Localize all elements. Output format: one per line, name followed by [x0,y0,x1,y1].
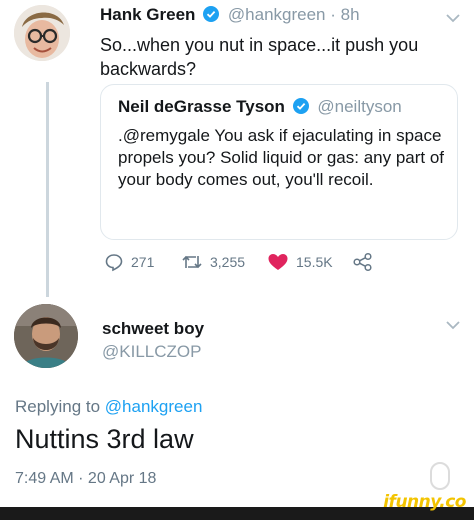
chevron-down-icon[interactable] [444,319,462,331]
retweet-button[interactable]: 3,255 [181,252,245,272]
quoted-tweet[interactable]: Neil deGrasse Tyson @neiltyson .@remygal… [100,84,458,240]
reply-author-name[interactable]: schweet boy [102,319,204,339]
heart-icon [268,254,288,270]
quoted-author-name: Neil deGrasse Tyson [118,97,285,116]
tweet-time[interactable]: · 8h [330,5,359,24]
watermark-emblem [430,462,450,490]
reply-text: Nuttins 3rd law [15,424,194,454]
tweet-header: Hank Green @hankgreen · 8h [100,5,360,25]
avatar-schweet-boy[interactable] [14,304,78,368]
replying-to: Replying to @hankgreen [15,397,202,417]
author-name[interactable]: Hank Green [100,5,195,24]
share-icon [353,252,372,272]
tweet-text: So...when you nut in space...it push you… [100,35,419,79]
avatar-image [14,304,78,368]
retweet-icon [182,255,202,269]
verified-icon [203,6,220,22]
reply-icon [105,254,123,272]
reply-author-handle[interactable]: @KILLCZOP [102,342,201,362]
replying-to-label: Replying to [15,397,101,416]
avatar-image [14,5,70,61]
verified-icon [292,98,309,114]
thread-line [46,82,49,297]
retweet-count: 3,255 [210,254,246,270]
reply-timestamp[interactable]: 7:49 AM · 20 Apr 18 [15,470,156,488]
like-button[interactable]: 15.5K [267,252,333,272]
author-handle[interactable]: @hankgreen [228,5,326,24]
like-count: 15.5K [296,254,333,270]
reply-tweet: schweet boy @KILLCZOP Replying to @hankg… [0,300,474,520]
reply-count: 271 [131,254,155,270]
replying-to-handle[interactable]: @hankgreen [105,397,203,416]
avatar-hank-green[interactable] [14,5,70,61]
quoted-author-handle: @neiltyson [317,97,402,116]
chevron-down-icon[interactable] [444,12,462,24]
quoted-tweet-header: Neil deGrasse Tyson @neiltyson [118,97,402,117]
watermark-logo: ifunny.co [383,492,466,512]
share-button[interactable] [352,252,381,272]
quoted-tweet-text: .@remygale You ask if ejaculating in spa… [118,126,445,189]
reply-button[interactable]: 271 [104,252,154,272]
original-tweet: Hank Green @hankgreen · 8h So...when you… [0,0,474,300]
